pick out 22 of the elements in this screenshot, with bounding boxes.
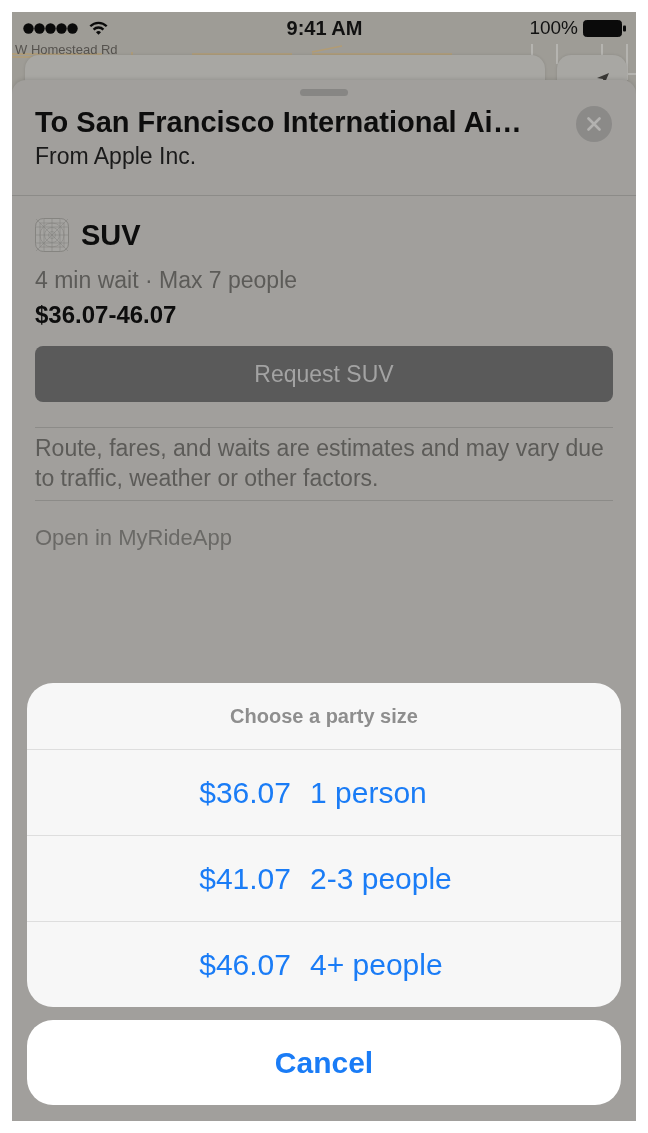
ride-type-name: SUV: [81, 218, 141, 252]
street-label: W Homestead Rd: [15, 44, 118, 56]
battery-icon: [583, 19, 626, 37]
wifi-icon: [89, 21, 108, 35]
destination-title: To San Francisco International Ai…: [35, 105, 523, 139]
request-button[interactable]: Request SUV: [35, 346, 613, 402]
action-sheet-title: Choose a party size: [230, 704, 418, 728]
party-size-option[interactable]: $46.07 4+ people: [27, 922, 621, 1007]
cancel-button[interactable]: Cancel: [27, 1020, 621, 1105]
status-time: 9:41 AM: [286, 16, 363, 40]
disclaimer-text: Route, fares, and waits are estimates and may vary due to traffic, weather or other factors.: [35, 434, 605, 493]
party-size-option[interactable]: $36.07 1 person: [27, 750, 621, 836]
close-icon: [587, 117, 601, 131]
drag-handle[interactable]: [300, 89, 348, 96]
battery-percent: 100%: [529, 17, 578, 39]
origin-subtitle: From Apple Inc.: [35, 144, 198, 168]
signal-icon: [23, 22, 78, 34]
app-grid-icon: [35, 218, 69, 252]
close-button[interactable]: [576, 106, 612, 142]
ride-details: 4 min wait · Max 7 people: [35, 269, 299, 291]
party-size-option[interactable]: $41.07 2-3 people: [27, 836, 621, 922]
price-range: $36.07-46.07: [35, 304, 178, 326]
